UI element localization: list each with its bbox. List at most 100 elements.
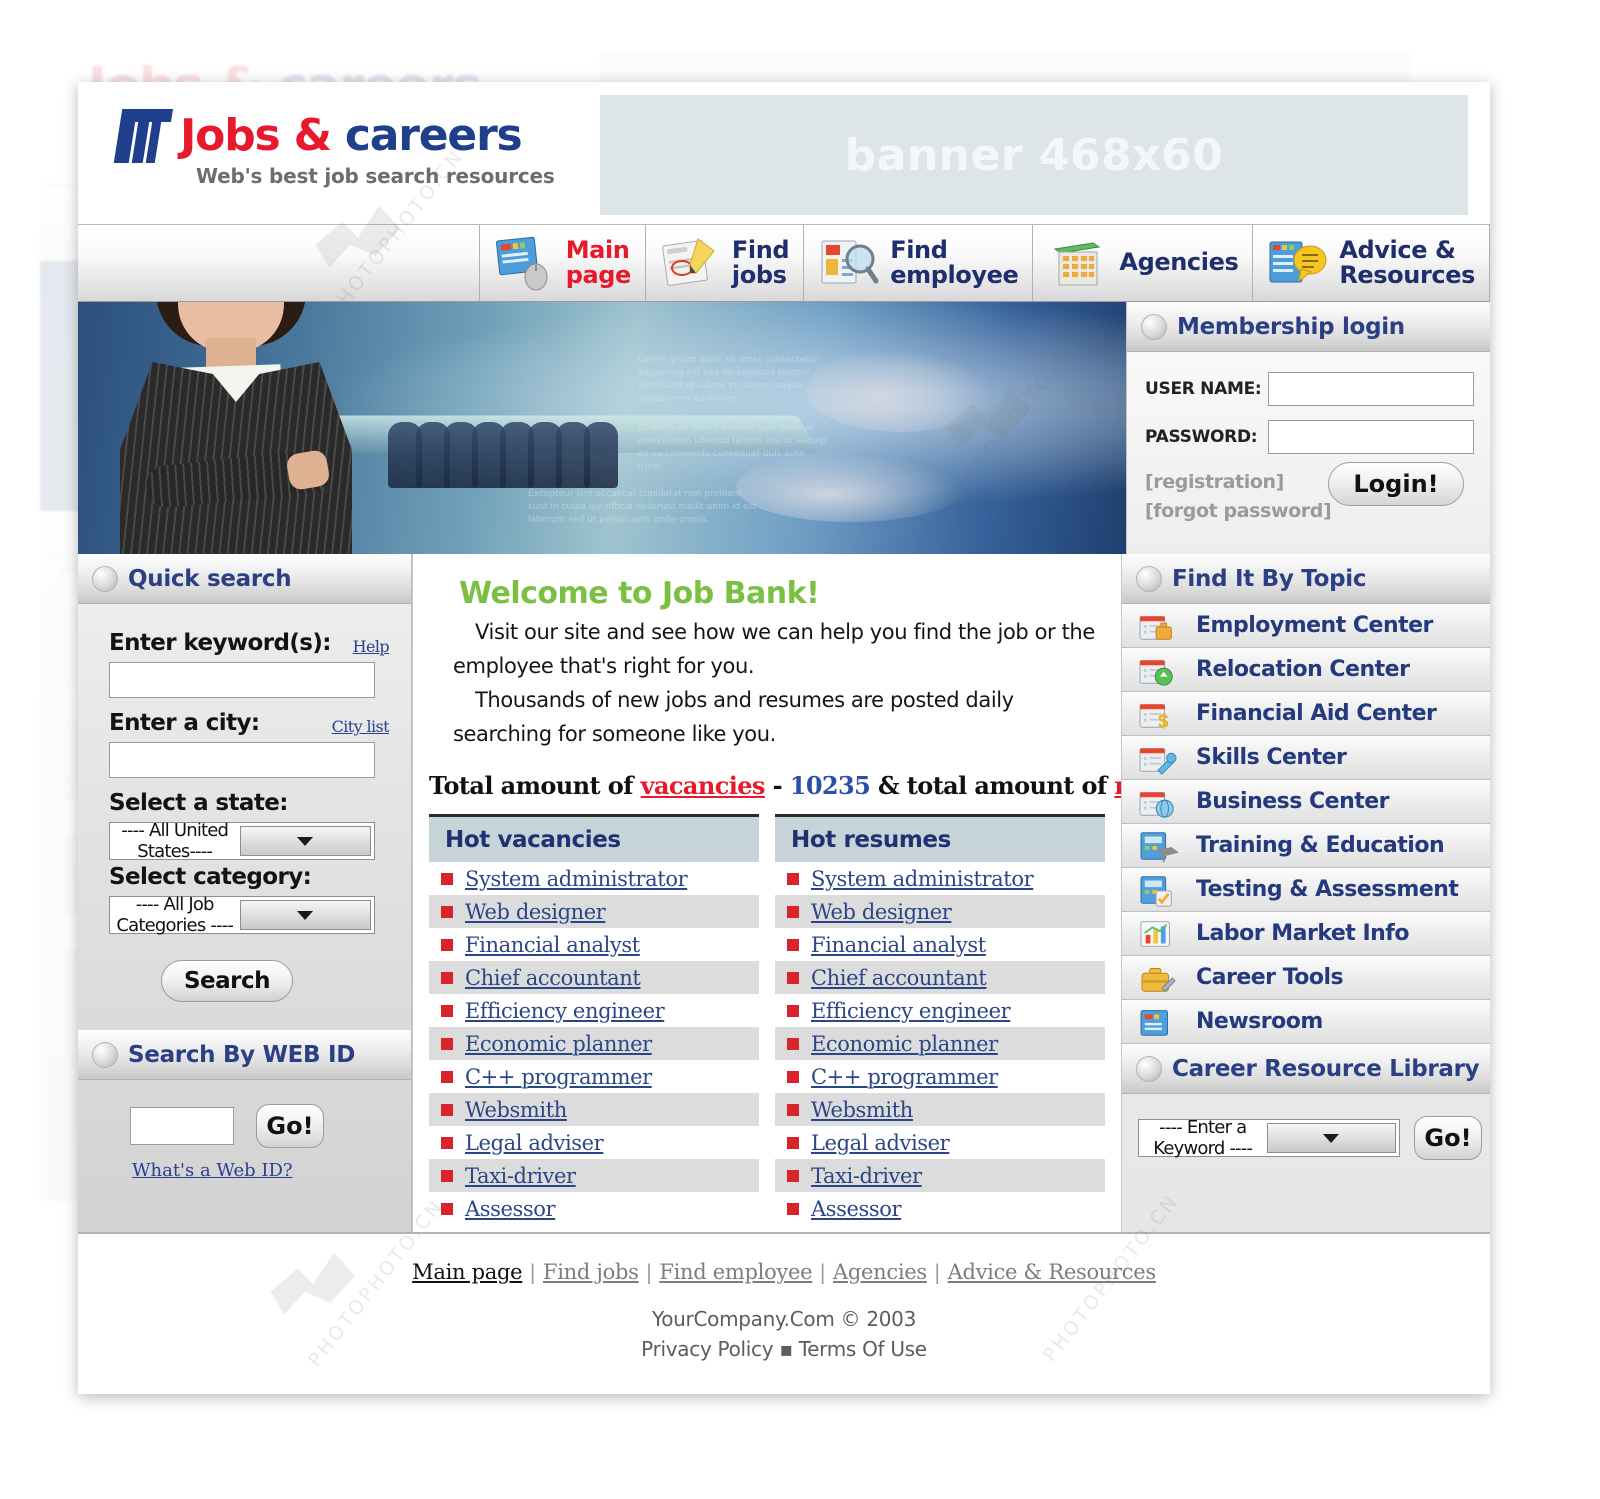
web-id-go-button[interactable]: Go! bbox=[256, 1104, 324, 1148]
list-item[interactable]: Websmith bbox=[429, 1093, 759, 1127]
list-item[interactable]: Efficiency engineer bbox=[775, 994, 1105, 1027]
list-item[interactable]: Web designer bbox=[429, 895, 759, 929]
list-item[interactable]: C++ programmer bbox=[775, 1060, 1105, 1093]
search-button[interactable]: Search bbox=[161, 960, 293, 1002]
nav-item-advice-resources[interactable]: Advice & Resources bbox=[1252, 225, 1490, 301]
username-input[interactable] bbox=[1268, 372, 1474, 406]
topic-item-newsroom[interactable]: Newsroom bbox=[1122, 1000, 1490, 1044]
sphere-bullet-icon bbox=[1136, 1055, 1162, 1082]
topic-item-relocation-center[interactable]: Relocation Center bbox=[1122, 648, 1490, 692]
list-item[interactable]: Assessor bbox=[429, 1192, 759, 1225]
list-item[interactable]: Taxi-driver bbox=[429, 1159, 759, 1193]
topic-item-skills-center[interactable]: Skills Center bbox=[1122, 736, 1490, 780]
topic-item-employment-center[interactable]: Employment Center bbox=[1122, 604, 1490, 648]
list-item-link[interactable]: C++ programmer bbox=[465, 1065, 652, 1089]
ad-banner-label: banner 468x60 bbox=[844, 129, 1224, 181]
nav-item-agencies[interactable]: Agencies bbox=[1032, 225, 1252, 301]
nav-label-line2: page bbox=[565, 261, 632, 289]
list-item[interactable]: Financial analyst bbox=[775, 928, 1105, 961]
topic-item-business-center[interactable]: Business Center bbox=[1122, 780, 1490, 824]
list-item-link[interactable]: Financial analyst bbox=[811, 933, 986, 957]
footer-link-find-employee[interactable]: Find employee bbox=[659, 1260, 812, 1284]
topic-item-labor-market-info[interactable]: Labor Market Info bbox=[1122, 912, 1490, 956]
list-item-link[interactable]: Efficiency engineer bbox=[811, 999, 1011, 1023]
brand-logo[interactable]: Jobs & careers bbox=[113, 107, 523, 163]
what-is-web-id-link[interactable]: What's a Web ID? bbox=[132, 1160, 411, 1181]
resumes-link[interactable]: resumes bbox=[1114, 771, 1121, 800]
chevron-down-icon[interactable] bbox=[1266, 1123, 1396, 1153]
password-input[interactable] bbox=[1268, 420, 1474, 454]
list-item[interactable]: System administrator bbox=[429, 862, 759, 895]
state-select[interactable]: ---- All United States---- bbox=[109, 820, 375, 862]
footer-link-agencies[interactable]: Agencies bbox=[833, 1260, 927, 1284]
list-item-link[interactable]: System administrator bbox=[811, 867, 1034, 891]
footer-link-main-page[interactable]: Main page bbox=[412, 1260, 522, 1284]
list-item-link[interactable]: Chief accountant bbox=[465, 966, 641, 990]
list-item-link[interactable]: Efficiency engineer bbox=[465, 999, 665, 1023]
list-item-link[interactable]: Web designer bbox=[811, 900, 952, 924]
topic-item-career-tools[interactable]: Career Tools bbox=[1122, 956, 1490, 1000]
category-select-value: ---- All Job Categories ---- bbox=[116, 894, 234, 936]
list-item[interactable]: Web designer bbox=[775, 895, 1105, 929]
keyword-help-link[interactable]: Help bbox=[353, 637, 390, 656]
hot-vacancies-title: Hot vacancies bbox=[429, 814, 759, 863]
nav-item-find-employee[interactable]: Find employee bbox=[803, 225, 1032, 301]
square-bullet-icon bbox=[787, 971, 799, 984]
square-bullet-icon bbox=[441, 872, 453, 885]
site-page: Jobs & careers Web's best job search res… bbox=[78, 82, 1490, 1394]
list-item[interactable]: Taxi-driver bbox=[775, 1159, 1105, 1193]
list-item-link[interactable]: Assessor bbox=[811, 1197, 902, 1221]
topic-item-testing-assessment[interactable]: Testing & Assessment bbox=[1122, 868, 1490, 912]
list-item-link[interactable]: Economic planner bbox=[811, 1032, 998, 1056]
list-item-link[interactable]: Chief accountant bbox=[811, 966, 987, 990]
list-item[interactable]: C++ programmer bbox=[429, 1060, 759, 1093]
footer-link-find-jobs[interactable]: Find jobs bbox=[543, 1260, 639, 1284]
list-item-link[interactable]: Economic planner bbox=[465, 1032, 652, 1056]
list-item[interactable]: Economic planner bbox=[775, 1027, 1105, 1061]
list-item-link[interactable]: Web designer bbox=[465, 900, 606, 924]
library-keyword-select[interactable]: ---- Enter a Keyword ---- bbox=[1138, 1117, 1400, 1159]
library-go-button[interactable]: Go! bbox=[1414, 1116, 1482, 1160]
list-item[interactable]: Legal adviser bbox=[775, 1126, 1105, 1159]
nav-item-main-page[interactable]: Main page bbox=[478, 225, 645, 301]
list-item[interactable]: Economic planner bbox=[429, 1027, 759, 1061]
login-button[interactable]: Login! bbox=[1328, 462, 1464, 506]
nav-label-line1: Find bbox=[890, 235, 948, 264]
vacancies-link[interactable]: vacancies bbox=[641, 771, 766, 800]
list-item-link[interactable]: Taxi-driver bbox=[811, 1164, 922, 1188]
keyword-input[interactable] bbox=[109, 662, 375, 698]
topic-item-training-education[interactable]: Training & Education bbox=[1122, 824, 1490, 868]
list-item-link[interactable]: Legal adviser bbox=[811, 1131, 950, 1155]
news-speech-bubble-icon bbox=[1267, 235, 1329, 291]
topic-item-financial-aid-center[interactable]: $ Financial Aid Center bbox=[1122, 692, 1490, 736]
list-item-link[interactable]: Legal adviser bbox=[465, 1131, 604, 1155]
list-item[interactable]: Legal adviser bbox=[429, 1126, 759, 1159]
list-item[interactable]: Chief accountant bbox=[429, 961, 759, 995]
list-item-link[interactable]: Taxi-driver bbox=[465, 1164, 576, 1188]
topics-header: Find It By Topic bbox=[1122, 554, 1490, 604]
list-item[interactable]: Websmith bbox=[775, 1093, 1105, 1127]
list-item-link[interactable]: Websmith bbox=[811, 1098, 913, 1122]
list-item[interactable]: Financial analyst bbox=[429, 928, 759, 961]
list-item-link[interactable]: Financial analyst bbox=[465, 933, 640, 957]
chevron-down-icon[interactable] bbox=[239, 826, 371, 856]
state-select-value: ---- All United States---- bbox=[121, 820, 229, 862]
list-item[interactable]: System administrator bbox=[775, 862, 1105, 895]
list-item-link[interactable]: Websmith bbox=[465, 1098, 567, 1122]
list-item-link[interactable]: Assessor bbox=[465, 1197, 556, 1221]
city-list-link[interactable]: City list bbox=[332, 717, 390, 736]
list-item-link[interactable]: C++ programmer bbox=[811, 1065, 998, 1089]
chevron-down-icon[interactable] bbox=[239, 900, 371, 930]
city-label-row: Enter a city: City list bbox=[109, 710, 390, 736]
list-item[interactable]: Efficiency engineer bbox=[429, 994, 759, 1027]
list-item-link[interactable]: System administrator bbox=[465, 867, 688, 891]
footer-link-advice-resources[interactable]: Advice & Resources bbox=[948, 1260, 1157, 1284]
city-input[interactable] bbox=[109, 742, 375, 778]
list-item[interactable]: Chief accountant bbox=[775, 961, 1105, 995]
ad-banner[interactable]: banner 468x60 bbox=[600, 95, 1468, 215]
web-id-input[interactable] bbox=[130, 1107, 234, 1145]
nav-item-find-jobs[interactable]: Find jobs bbox=[644, 225, 803, 301]
list-item[interactable]: Assessor bbox=[775, 1192, 1105, 1225]
footer-separator: | bbox=[819, 1260, 827, 1284]
category-select[interactable]: ---- All Job Categories ---- bbox=[109, 894, 375, 936]
